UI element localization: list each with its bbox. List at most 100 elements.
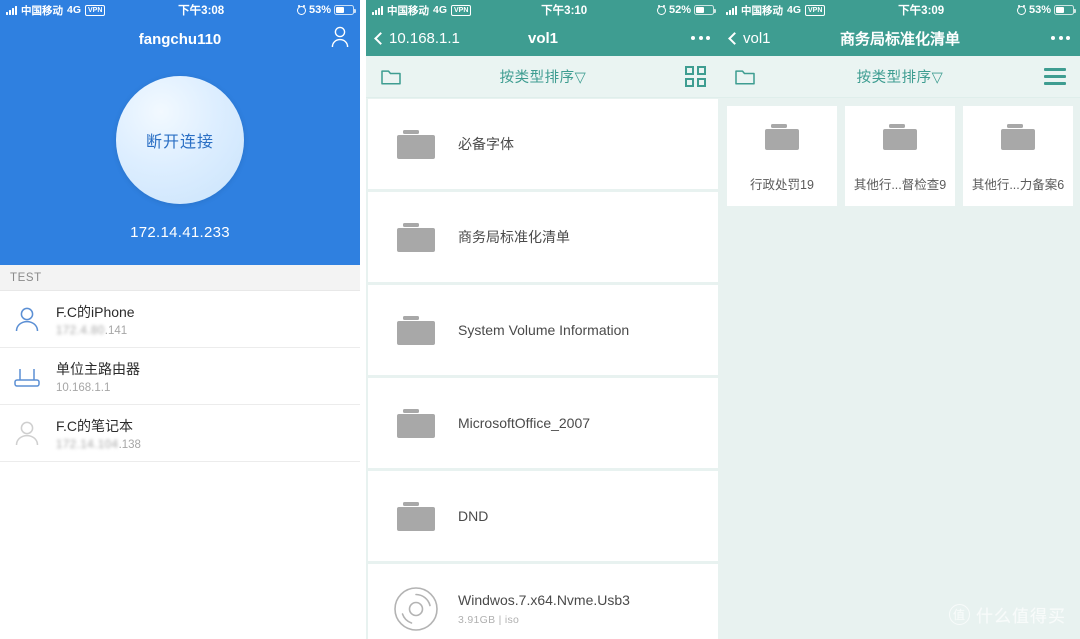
list-item-text: Windwos.7.x64.Nvme.Usb3 3.91GB | iso	[458, 592, 630, 626]
status-right: 53%	[1016, 4, 1076, 16]
file-toolbar: 按类型排序▽	[366, 56, 720, 98]
network-type-label: 4G	[433, 4, 448, 16]
back-button[interactable]: vol1	[728, 30, 771, 47]
hamburger-glyph	[1044, 68, 1066, 85]
nav-bar: vol1 商务局标准化清单	[720, 20, 1080, 56]
person-icon	[10, 416, 44, 450]
list-item-text: 商务局标准化清单	[458, 227, 570, 247]
list-view-icon[interactable]	[1044, 68, 1066, 85]
device-ip-clear: .141	[104, 324, 128, 337]
device-ip: 172.4.80.141	[56, 325, 135, 337]
new-folder-button[interactable]	[380, 68, 402, 86]
device-list: F.C的iPhone 172.4.80.141 单位主路由器 10.168.1.…	[0, 291, 360, 462]
status-clock: 下午3:10	[541, 5, 588, 17]
phone-panel-left: 中国移动 4G VPN 下午3:08 53% fangchu110 断开连接 1…	[0, 0, 360, 639]
list-item-text: DND	[458, 508, 488, 524]
status-left: 中国移动 4G VPN	[372, 3, 472, 18]
folder-icon	[390, 494, 442, 538]
status-bar: 中国移动 4G VPN 下午3:10 52%	[366, 0, 720, 20]
alarm-clock-icon	[656, 5, 666, 15]
network-type-label: 4G	[67, 4, 82, 16]
status-right: 53%	[296, 4, 356, 16]
device-name: F.C的iPhone	[56, 303, 135, 320]
status-clock: 下午3:09	[898, 5, 945, 17]
disconnect-button[interactable]: 断开连接	[116, 76, 244, 204]
status-clock: 下午3:08	[178, 5, 225, 17]
alarm-clock-icon	[296, 5, 306, 15]
folder-icon	[756, 119, 808, 164]
battery-icon	[334, 5, 356, 15]
list-item[interactable]: F.C的iPhone 172.4.80.141	[0, 291, 360, 348]
list-item[interactable]: System Volume Information	[368, 285, 718, 375]
page-title: 商务局标准化清单	[839, 30, 960, 48]
grid-view-icon[interactable]	[685, 66, 706, 87]
network-type-label: 4G	[787, 4, 802, 16]
list-item[interactable]: Windwos.7.x64.Nvme.Usb3 3.91GB | iso	[368, 564, 718, 639]
status-bar: 中国移动 4G VPN 下午3:09 53%	[720, 0, 1080, 20]
new-folder-button[interactable]	[734, 68, 756, 86]
device-ip-masked: 172.14.104	[56, 438, 119, 451]
battery-percent-label: 52%	[668, 4, 691, 16]
list-item-text: MicrosoftOffice_2007	[458, 415, 590, 431]
device-ip: 10.168.1.1	[56, 382, 140, 394]
nav-bar: fangchu110	[0, 20, 360, 58]
list-item-text: System Volume Information	[458, 322, 629, 338]
list-item[interactable]: 必备字体	[368, 99, 718, 189]
list-item-text: F.C的iPhone 172.4.80.141	[56, 302, 135, 337]
status-left: 中国移动 4G VPN	[6, 3, 106, 18]
folder-icon	[381, 69, 401, 85]
file-name: Windwos.7.x64.Nvme.Usb3	[458, 592, 630, 608]
battery-percent-label: 53%	[308, 4, 331, 16]
battery-icon	[1054, 5, 1076, 15]
more-dots-icon[interactable]	[1051, 36, 1070, 40]
status-right: 52%	[656, 4, 716, 16]
file-grid: 行政处罚19 其他行...督检查9 其他行...力备案6	[720, 98, 1080, 639]
signal-bars-icon	[726, 5, 737, 15]
phone-panel-middle: 中国移动 4G VPN 下午3:10 52% 10.168.1.1 vol1 按…	[366, 0, 720, 639]
disconnect-label: 断开连接	[145, 134, 214, 151]
nav-bar: 10.168.1.1 vol1	[366, 20, 720, 56]
device-ip: 172.14.104.138	[56, 439, 141, 451]
sort-label: 按类型排序▽	[499, 70, 587, 86]
device-group-label: TEST	[0, 265, 360, 291]
list-item[interactable]: 单位主路由器 10.168.1.1	[0, 348, 360, 405]
list-item[interactable]: DND	[368, 471, 718, 561]
page-title: fangchu110	[138, 30, 222, 48]
folder-icon	[390, 401, 442, 445]
grid-row: 行政处罚19 其他行...督检查9 其他行...力备案6	[727, 106, 1073, 206]
connection-hero: 断开连接 172.14.41.233	[0, 58, 360, 265]
signal-bars-icon	[6, 5, 17, 15]
list-item[interactable]: F.C的笔记本 172.14.104.138	[0, 405, 360, 462]
screenshot-stage: 中国移动 4G VPN 下午3:08 53% fangchu110 断开连接 1…	[0, 0, 1080, 639]
chevron-left-icon	[374, 31, 387, 45]
vpn-badge: VPN	[805, 4, 826, 16]
device-ip-masked: 172.4.80	[56, 324, 105, 337]
list-item-text: F.C的笔记本 172.14.104.138	[56, 416, 141, 451]
grid-item[interactable]: 行政处罚19	[727, 106, 837, 206]
folder-icon	[390, 122, 442, 166]
grid-item[interactable]: 其他行...督检查9	[845, 106, 955, 206]
carrier-label: 中国移动	[741, 4, 783, 17]
device-name: 单位主路由器	[56, 360, 140, 377]
folder-icon	[390, 308, 442, 352]
folder-name: 行政处罚19	[750, 178, 814, 192]
vpn-badge: VPN	[451, 4, 472, 16]
person-glyph	[331, 26, 349, 47]
more-dots-icon[interactable]	[691, 36, 710, 40]
back-button[interactable]: 10.168.1.1	[374, 30, 460, 47]
person-icon[interactable]	[330, 26, 350, 53]
grid-glyph	[685, 66, 706, 87]
grid-item[interactable]: 其他行...力备案6	[963, 106, 1073, 206]
list-item-text: 必备字体	[458, 134, 514, 154]
battery-percent-label: 53%	[1028, 4, 1051, 16]
chevron-left-icon	[728, 31, 741, 45]
status-bar: 中国移动 4G VPN 下午3:08 53%	[0, 0, 360, 20]
phone-panel-right: 中国移动 4G VPN 下午3:09 53% vol1 商务局标准化清单 按类型…	[720, 0, 1080, 639]
file-toolbar: 按类型排序▽	[720, 56, 1080, 98]
folder-icon	[735, 69, 755, 85]
list-item[interactable]: 商务局标准化清单	[368, 192, 718, 282]
connected-ip-label: 172.14.41.233	[130, 224, 230, 241]
disc-icon	[390, 583, 442, 635]
list-item[interactable]: MicrosoftOffice_2007	[368, 378, 718, 468]
folder-icon	[390, 215, 442, 259]
